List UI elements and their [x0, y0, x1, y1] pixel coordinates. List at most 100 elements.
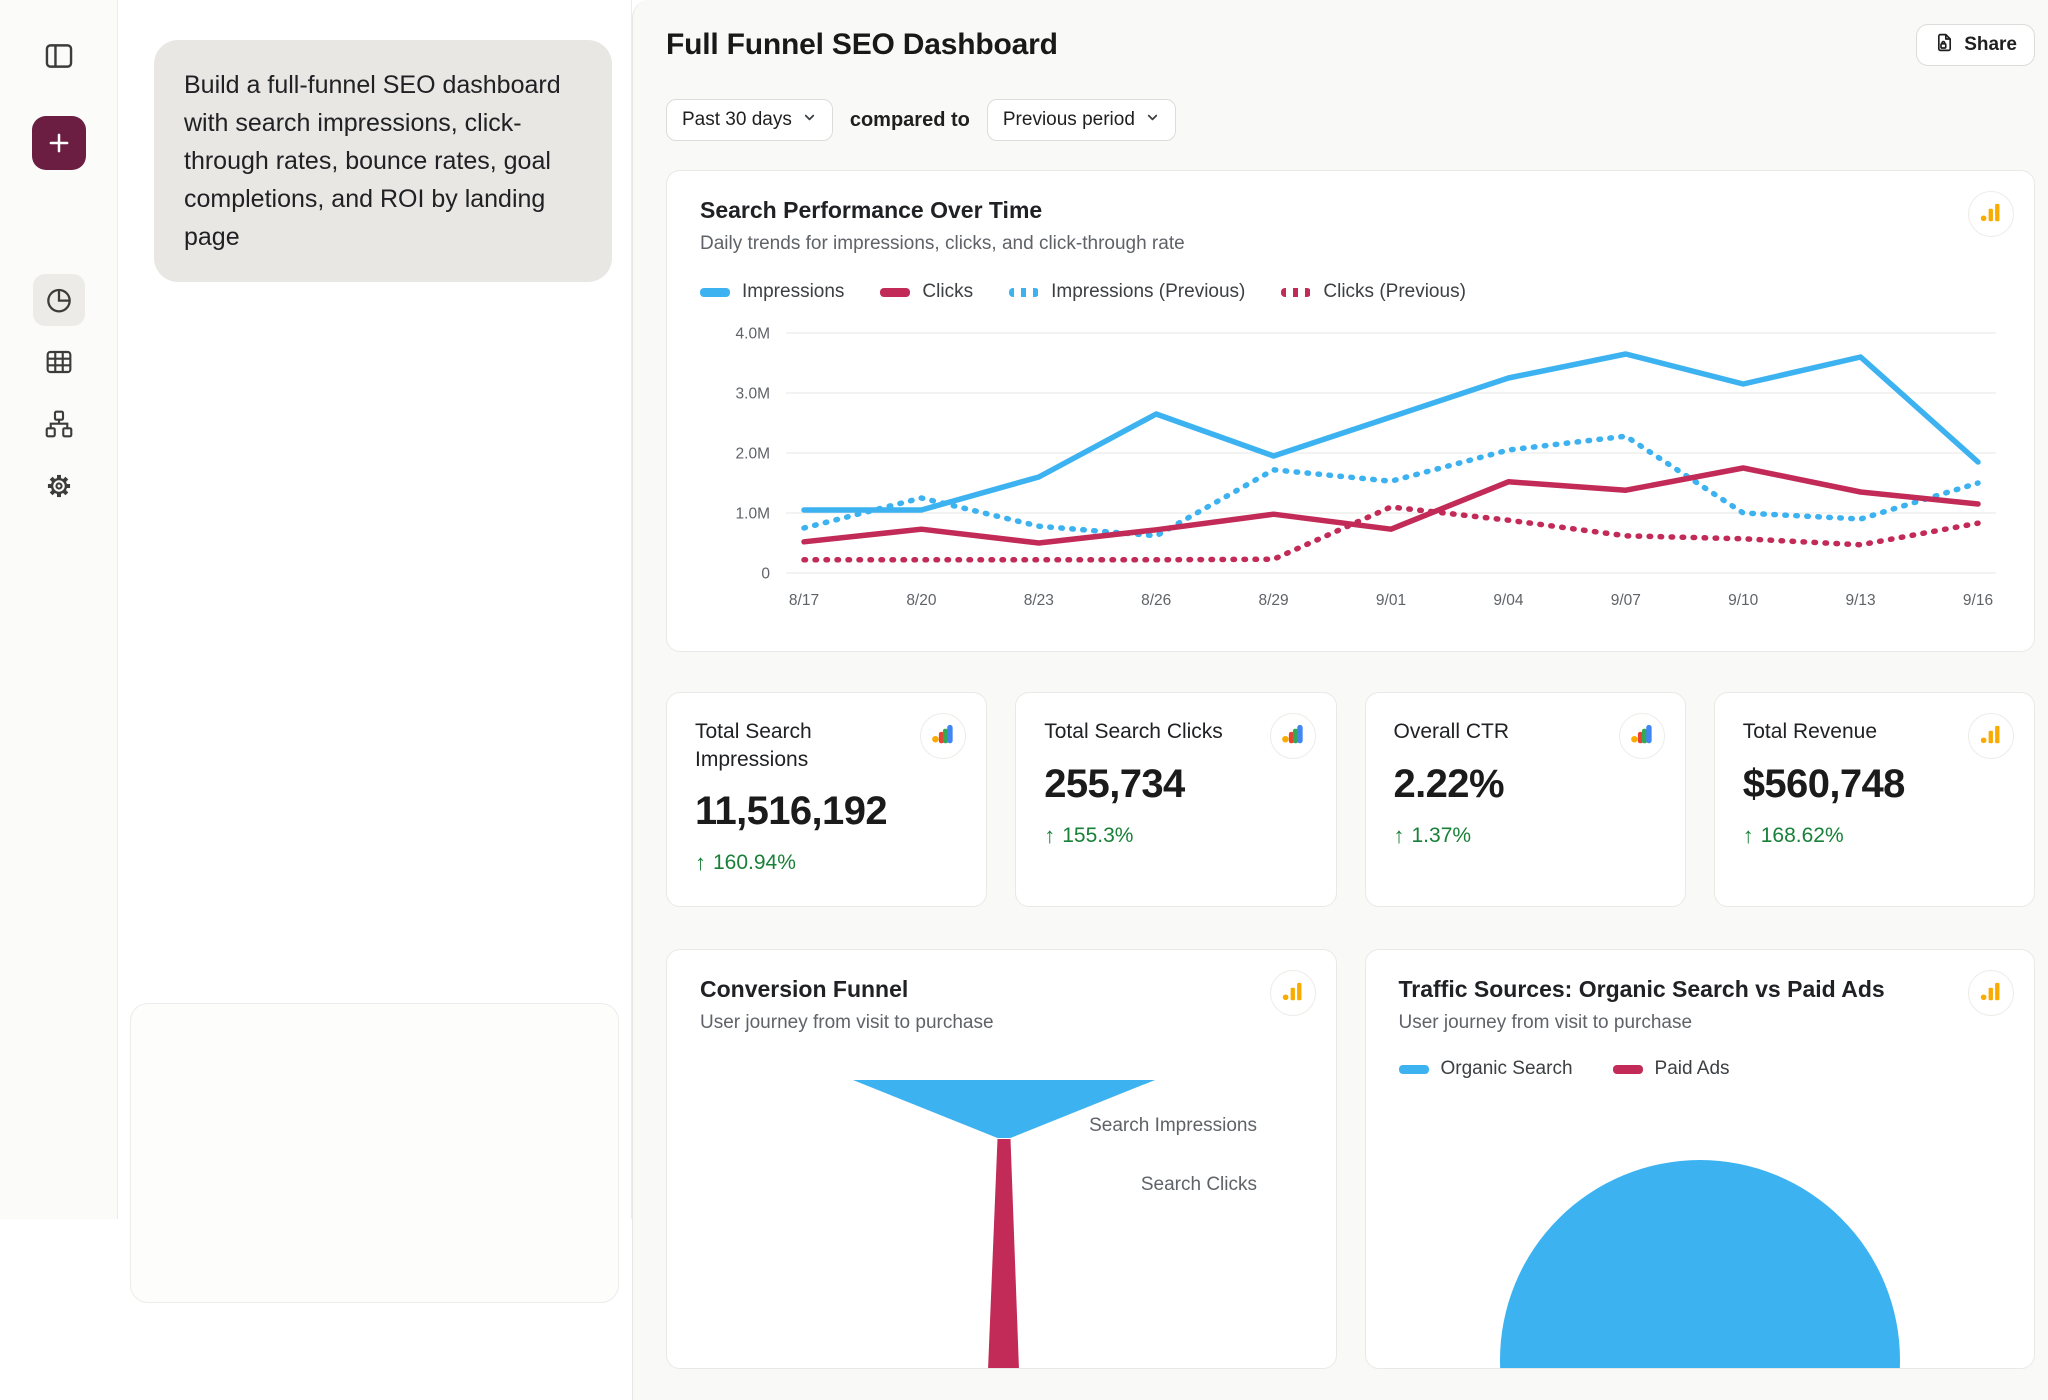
conversion-funnel-card: Conversion Funnel User journey from visi… — [666, 949, 1337, 1369]
legend-item[interactable]: Paid Ads — [1613, 1058, 1730, 1080]
bottom-grid: Conversion Funnel User journey from visi… — [666, 949, 2035, 1369]
panel-toggle-button[interactable] — [33, 36, 85, 76]
x-axis-tick: 8/29 — [1259, 592, 1289, 609]
chevron-down-icon — [1145, 109, 1160, 131]
share-button[interactable]: Share — [1916, 24, 2035, 66]
mini-bar-chart-orange-icon — [1280, 978, 1306, 1009]
metric-delta-value: 155.3% — [1062, 824, 1133, 848]
mini-bar-chart-multicolor-icon — [1280, 721, 1306, 752]
table-icon — [43, 346, 75, 378]
pie-chart-icon — [43, 284, 75, 316]
metric-card: Total Search Clicks 255,734 ↑ — [1015, 692, 1336, 907]
chart-type-button[interactable] — [1968, 713, 2014, 759]
x-axis-tick: 8/23 — [1024, 592, 1054, 609]
mini-bar-chart-multicolor-icon — [930, 721, 956, 752]
card-title: Traffic Sources: Organic Search vs Paid … — [1399, 976, 2002, 1003]
compare-period-value: Previous period — [1003, 109, 1135, 131]
legend-swatch-icon — [1009, 288, 1039, 297]
y-axis-tick: 3.0M — [736, 386, 770, 403]
filter-row: Past 30 days compared to Previous period — [666, 99, 2035, 141]
funnel-stage-clicks — [988, 1139, 1019, 1369]
metric-title: Total Revenue — [1743, 718, 1958, 746]
series-line-impressions — [804, 354, 1978, 510]
traffic-sources-card: Traffic Sources: Organic Search vs Paid … — [1365, 949, 2036, 1369]
sidebar-item-charts[interactable] — [33, 274, 85, 326]
mini-bar-chart-orange-icon — [1978, 978, 2004, 1009]
share-icon — [1934, 32, 1955, 59]
chart-type-button[interactable] — [1270, 713, 1316, 759]
x-axis-tick: 9/01 — [1376, 592, 1406, 609]
funnel-stage-label: Search Impressions — [1089, 1115, 1257, 1136]
metric-delta: ↑ 1.37% — [1394, 823, 1657, 849]
mini-bar-chart-multicolor-icon — [1629, 721, 1655, 752]
mini-bar-chart-orange-icon — [1978, 721, 2004, 752]
chart-type-button[interactable] — [1968, 191, 2014, 237]
card-subtitle: User journey from visit to purchase — [700, 1012, 1303, 1034]
legend-item[interactable]: Impressions — [700, 281, 844, 303]
performance-chart: 01.0M2.0M3.0M4.0M8/178/208/238/268/299/0… — [700, 313, 2004, 613]
legend-item[interactable]: Clicks — [880, 281, 973, 303]
page-title: Full Funnel SEO Dashboard — [666, 24, 1058, 62]
metric-title: Total Search Clicks — [1044, 718, 1259, 746]
legend-label: Clicks — [922, 281, 973, 303]
y-axis-tick: 2.0M — [736, 446, 770, 463]
date-range-value: Past 30 days — [682, 109, 792, 131]
up-arrow-icon: ↑ — [1044, 823, 1055, 849]
legend-label: Impressions — [742, 281, 844, 303]
legend-swatch-icon — [700, 288, 730, 297]
gear-icon — [43, 470, 75, 502]
performance-legend: Impressions Clicks Impressions (Previous… — [700, 281, 2001, 303]
y-axis-tick: 1.0M — [736, 506, 770, 523]
metric-value: $560,748 — [1743, 762, 2006, 807]
sidebar-item-flows[interactable] — [33, 398, 85, 450]
metric-value: 11,516,192 — [695, 789, 958, 834]
legend-item[interactable]: Impressions (Previous) — [1009, 281, 1245, 303]
chat-panel: Build a full-funnel SEO dashboard with s… — [118, 0, 632, 1219]
card-title: Search Performance Over Time — [700, 197, 2001, 224]
x-axis-tick: 9/04 — [1493, 592, 1524, 609]
x-axis-tick: 9/10 — [1728, 592, 1759, 609]
chat-input[interactable] — [130, 1003, 619, 1303]
date-range-select[interactable]: Past 30 days — [666, 99, 833, 141]
card-title: Conversion Funnel — [700, 976, 1303, 1003]
up-arrow-icon: ↑ — [1743, 823, 1754, 849]
sidebar-item-tables[interactable] — [33, 336, 85, 388]
user-prompt-bubble: Build a full-funnel SEO dashboard with s… — [154, 40, 612, 282]
x-axis-tick: 9/13 — [1846, 592, 1876, 609]
flow-chart-icon — [43, 408, 75, 440]
legend-label: Impressions (Previous) — [1051, 281, 1245, 303]
new-dashboard-button[interactable] — [32, 116, 86, 170]
share-button-label: Share — [1964, 34, 2017, 56]
metric-delta: ↑ 168.62% — [1743, 823, 2006, 849]
y-axis-tick: 4.0M — [736, 326, 770, 343]
series-line-impressions-previous- — [804, 436, 1978, 536]
legend-item[interactable]: Clicks (Previous) — [1281, 281, 1466, 303]
card-subtitle: User journey from visit to purchase — [1399, 1012, 2002, 1034]
metric-delta-value: 168.62% — [1761, 824, 1844, 848]
legend-label: Paid Ads — [1655, 1058, 1730, 1080]
metric-card: Total Revenue $560,748 ↑ 168 — [1714, 692, 2035, 907]
chart-type-button[interactable] — [1270, 970, 1316, 1016]
chart-type-button[interactable] — [1968, 970, 2014, 1016]
x-axis-tick: 9/16 — [1963, 592, 1993, 609]
up-arrow-icon: ↑ — [695, 850, 706, 876]
metric-delta: ↑ 160.94% — [695, 850, 958, 876]
compare-period-select[interactable]: Previous period — [987, 99, 1176, 141]
metric-value: 255,734 — [1044, 762, 1307, 807]
metric-delta-value: 1.37% — [1412, 824, 1472, 848]
metric-delta: ↑ 155.3% — [1044, 823, 1307, 849]
funnel-stage-label: Search Clicks — [1141, 1174, 1257, 1195]
legend-swatch-icon — [1281, 288, 1311, 297]
plus-icon — [44, 128, 74, 158]
x-axis-tick: 8/17 — [789, 592, 819, 609]
metric-delta-value: 160.94% — [713, 851, 796, 875]
sidebar-item-settings[interactable] — [33, 460, 85, 512]
legend-item[interactable]: Organic Search — [1399, 1058, 1573, 1080]
chart-type-button[interactable] — [920, 713, 966, 759]
metric-value: 2.22% — [1394, 762, 1657, 807]
y-axis-tick: 0 — [761, 566, 770, 583]
chart-type-button[interactable] — [1619, 713, 1665, 759]
metric-card: Overall CTR 2.22% ↑ 1.37% — [1365, 692, 1686, 907]
chevron-down-icon — [802, 109, 817, 131]
legend-label: Organic Search — [1441, 1058, 1573, 1080]
